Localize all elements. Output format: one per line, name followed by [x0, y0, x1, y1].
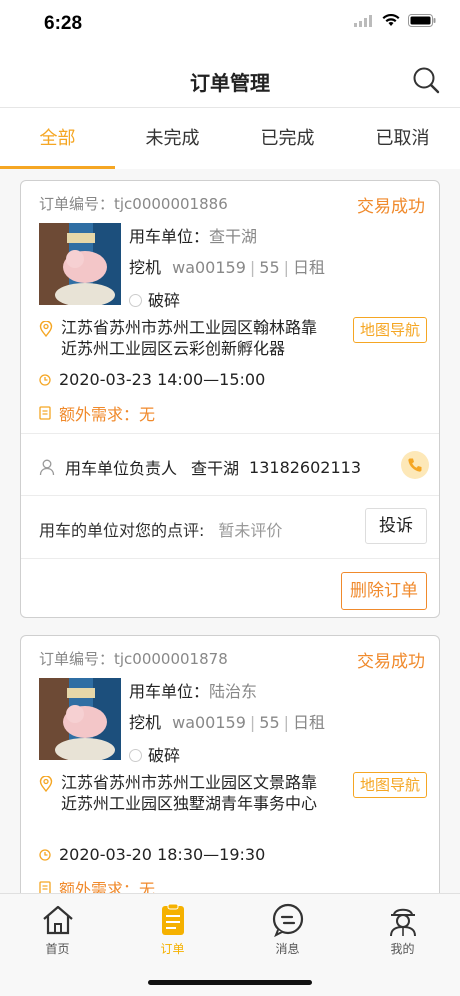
tabbar-label: 订单: [160, 942, 185, 956]
document-icon: [39, 881, 51, 893]
delete-order-button[interactable]: 删除订单: [341, 572, 427, 610]
profile-icon: [389, 908, 416, 937]
order-number: 订单编号：tjc0000001878: [39, 650, 228, 668]
machine-size: 55: [259, 258, 280, 277]
machine-type: 挖机: [129, 258, 162, 277]
home-indicator[interactable]: [148, 980, 312, 985]
rent-type: 日租: [293, 258, 326, 277]
status-icons: [354, 14, 436, 27]
time-row: 2020-03-23 14:00—15:00: [39, 370, 265, 389]
complain-button[interactable]: 投诉: [365, 508, 427, 544]
tab-all[interactable]: 全部: [0, 109, 115, 169]
status-time: 6:28: [44, 13, 83, 34]
tab-incomplete[interactable]: 未完成: [115, 109, 230, 169]
service-time: 2020-03-20 18:30—19:30: [59, 845, 266, 864]
rent-type: 日租: [293, 713, 326, 732]
location-pin-icon: [39, 776, 53, 792]
extra-requirements: 额外需求：无: [59, 405, 156, 424]
contact-name: 查干湖: [191, 459, 240, 478]
document-icon: [39, 406, 51, 420]
address-text: 江苏省苏州市苏州工业园区文景路靠近苏州工业园区独墅湖青年事务中心: [61, 773, 318, 813]
review-label: 用车的单位对您的点评:: [39, 521, 205, 540]
page-title: 订单管理: [190, 71, 270, 95]
service-name: 破碎: [148, 291, 181, 310]
battery-icon: [408, 14, 436, 27]
map-navigation-button[interactable]: 地图导航: [352, 317, 427, 343]
contact-label: 用车单位负责人: [65, 459, 178, 478]
unit-label: 用车单位：: [129, 682, 210, 701]
unit-row: 用车单位：陆治东: [129, 678, 257, 702]
machine-code: wa00159: [172, 713, 246, 732]
call-button[interactable]: [401, 451, 429, 479]
order-status: 交易成功: [357, 197, 425, 217]
order-card[interactable]: 订单编号：tjc0000001886 交易成功 用车单位：查干湖 挖机 wa00…: [20, 180, 440, 618]
nav-bar: 订单管理: [0, 50, 460, 108]
order-list[interactable]: 订单编号：tjc0000001886 交易成功 用车单位：查干湖 挖机 wa00…: [0, 169, 460, 893]
tabbar-messages[interactable]: 消息: [230, 902, 345, 957]
time-row: 2020-03-20 18:30—19:30: [39, 845, 265, 864]
search-icon[interactable]: [412, 66, 440, 94]
location-pin-icon: [39, 321, 53, 337]
divider: [21, 558, 439, 559]
person-icon: [39, 459, 55, 475]
service-row: 破碎: [129, 287, 180, 311]
review-value: 暂未评价: [218, 521, 283, 540]
unit-label: 用车单位：: [129, 227, 210, 246]
map-navigation-button[interactable]: 地图导航: [352, 772, 427, 798]
phone-icon: [408, 458, 422, 472]
machine-size: 55: [259, 713, 280, 732]
clock-icon: [39, 373, 51, 386]
tab-completed[interactable]: 已完成: [230, 109, 345, 169]
divider: [21, 495, 439, 496]
tabbar-profile[interactable]: 我的: [345, 902, 460, 957]
home-icon: [42, 905, 73, 935]
address-text: 江苏省苏州市苏州工业园区翰林路靠近苏州工业园区云彩创新孵化器: [61, 318, 318, 358]
extra-requirements-row: 额外需求：无: [39, 876, 155, 893]
machine-row: 挖机 wa00159 | 55 | 日租: [129, 258, 326, 277]
order-icon: [161, 903, 184, 935]
check-icon: [129, 294, 142, 307]
order-number: 订单编号：tjc0000001886: [39, 195, 228, 213]
tabbar-orders[interactable]: 订单: [115, 902, 230, 957]
message-icon: [272, 903, 303, 938]
machine-thumbnail: [39, 223, 121, 305]
unit-name: 陆治东: [209, 682, 258, 701]
wifi-icon: [382, 14, 400, 26]
tabbar-home[interactable]: 首页: [0, 902, 115, 957]
service-row: 破碎: [129, 742, 180, 766]
machine-code: wa00159: [172, 258, 246, 277]
order-status: 交易成功: [357, 652, 425, 672]
machine-type: 挖机: [129, 713, 162, 732]
machine-thumbnail: [39, 678, 121, 760]
review-row: 用车的单位对您的点评: 暂未评价: [39, 517, 282, 541]
extra-requirements: 额外需求：无: [59, 880, 156, 893]
status-bar: 6:28: [0, 0, 460, 50]
service-name: 破碎: [148, 746, 181, 765]
divider: [21, 433, 439, 434]
extra-requirements-row: 额外需求：无: [39, 401, 155, 425]
check-icon: [129, 749, 142, 762]
unit-row: 用车单位：查干湖: [129, 223, 257, 247]
tab-cancelled[interactable]: 已取消: [345, 109, 460, 169]
clock-icon: [39, 848, 51, 861]
tabbar-label: 首页: [45, 942, 70, 956]
order-card[interactable]: 订单编号：tjc0000001878 交易成功 用车单位：陆治东 挖机 wa00…: [20, 635, 440, 893]
contact-row: 用车单位负责人 查干湖 13182602113: [39, 455, 361, 479]
signal-icon: [354, 14, 372, 27]
service-time: 2020-03-23 14:00—15:00: [59, 370, 266, 389]
contact-phone: 13182602113: [249, 457, 362, 477]
machine-row: 挖机 wa00159 | 55 | 日租: [129, 713, 326, 732]
tabbar-label: 消息: [275, 942, 300, 956]
order-filter-tabs: 全部 未完成 已完成 已取消: [0, 109, 460, 169]
tabbar-label: 我的: [390, 942, 415, 956]
unit-name: 查干湖: [209, 227, 258, 246]
